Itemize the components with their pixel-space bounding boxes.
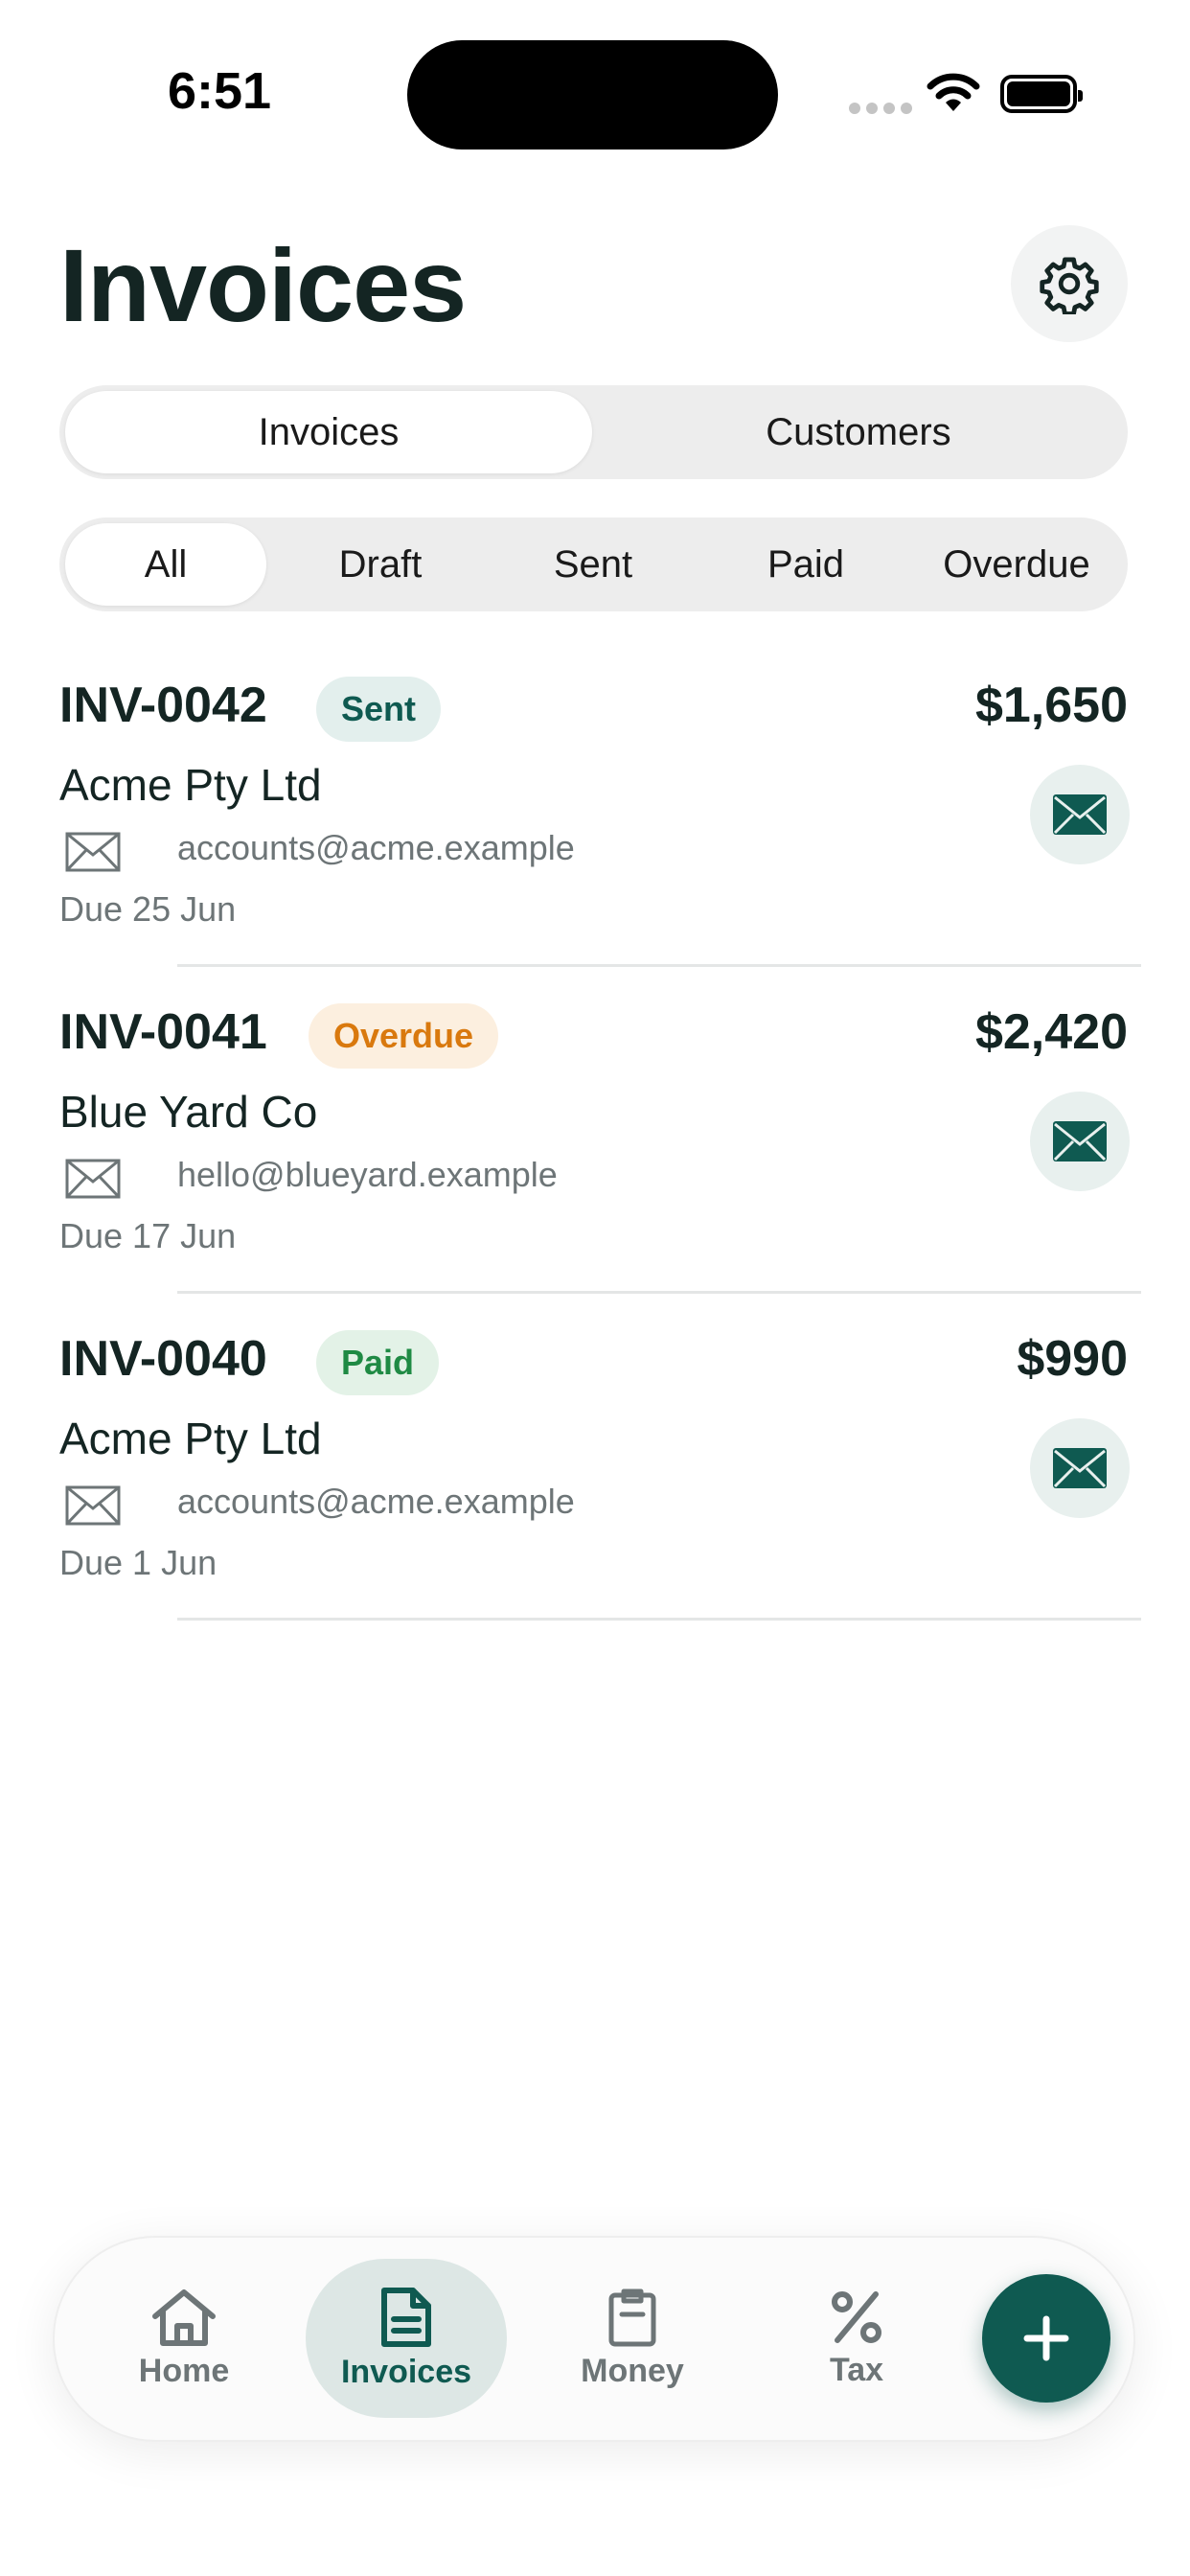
segment-invoices[interactable]: Invoices bbox=[65, 391, 592, 473]
due-date: Due 25 Jun bbox=[59, 889, 237, 929]
settings-button[interactable] bbox=[1011, 225, 1128, 342]
invoice-amount: $990 bbox=[1017, 1331, 1128, 1387]
dynamic-island bbox=[407, 40, 778, 150]
tab-label: Invoices bbox=[340, 2353, 472, 2390]
due-date: Due 1 Jun bbox=[59, 1543, 217, 1582]
row-divider bbox=[177, 1291, 1141, 1294]
wifi-icon bbox=[926, 73, 981, 118]
status-time: 6:51 bbox=[168, 62, 272, 120]
tab-invoices[interactable]: Invoices bbox=[306, 2259, 507, 2418]
bottom-tab-bar: Home Invoices Money Tax bbox=[53, 2236, 1135, 2442]
send-invoice-button[interactable] bbox=[1030, 765, 1130, 864]
tab-label: Home bbox=[138, 2352, 230, 2389]
filter-sent[interactable]: Sent bbox=[492, 523, 694, 606]
customer-email: hello@blueyard.example bbox=[177, 1155, 558, 1194]
send-invoice-button[interactable] bbox=[1030, 1418, 1130, 1518]
battery-icon bbox=[1000, 75, 1083, 113]
envelope-icon bbox=[65, 1485, 121, 1530]
customer-name: Acme Pty Ltd bbox=[59, 760, 322, 810]
customer-email: accounts@acme.example bbox=[177, 828, 575, 867]
envelope-icon bbox=[65, 1159, 121, 1204]
envelope-icon bbox=[1053, 1448, 1107, 1488]
envelope-icon bbox=[1053, 1121, 1107, 1162]
home-icon bbox=[152, 2288, 216, 2346]
invoice-row[interactable]: INV-0041 Overdue $2,420 Blue Yard Co hel… bbox=[0, 1003, 1190, 1329]
send-invoice-button[interactable] bbox=[1030, 1092, 1130, 1191]
customer-email: accounts@acme.example bbox=[177, 1482, 575, 1521]
filter-draft[interactable]: Draft bbox=[280, 523, 481, 606]
customer-name: Blue Yard Co bbox=[59, 1087, 318, 1137]
filter-paid[interactable]: Paid bbox=[705, 523, 906, 606]
clipboard-icon bbox=[608, 2288, 656, 2346]
tab-home[interactable]: Home bbox=[83, 2259, 285, 2418]
tab-tax[interactable]: Tax bbox=[756, 2259, 957, 2418]
segment-customers[interactable]: Customers bbox=[595, 391, 1122, 473]
invoice-row[interactable]: INV-0042 Sent $1,650 Acme Pty Ltd accoun… bbox=[0, 677, 1190, 1002]
invoice-number: INV-0042 bbox=[59, 678, 267, 733]
plus-icon bbox=[1023, 2315, 1069, 2361]
add-invoice-button[interactable] bbox=[982, 2274, 1110, 2403]
envelope-icon bbox=[1053, 794, 1107, 835]
invoice-number: INV-0041 bbox=[59, 1004, 267, 1060]
filter-all[interactable]: All bbox=[65, 523, 266, 606]
tab-label: Money bbox=[581, 2352, 684, 2389]
status-filter-bar: All Draft Sent Paid Overdue bbox=[59, 518, 1128, 611]
tab-money[interactable]: Money bbox=[532, 2259, 733, 2418]
row-divider bbox=[177, 1618, 1141, 1621]
status-badge: Sent bbox=[316, 677, 442, 742]
cellular-signal-icon bbox=[849, 103, 912, 114]
invoice-amount: $1,650 bbox=[974, 678, 1128, 733]
filter-overdue[interactable]: Overdue bbox=[912, 523, 1121, 606]
customer-name: Acme Pty Ltd bbox=[59, 1414, 322, 1463]
status-badge: Overdue bbox=[309, 1003, 499, 1069]
view-segmented-control: Invoices Customers bbox=[59, 385, 1128, 479]
invoice-number: INV-0040 bbox=[59, 1331, 267, 1387]
percent-icon bbox=[832, 2290, 881, 2343]
tab-label: Tax bbox=[829, 2351, 884, 2388]
page-title: Invoices bbox=[59, 227, 467, 343]
due-date: Due 17 Jun bbox=[59, 1216, 237, 1255]
envelope-icon bbox=[65, 832, 121, 877]
invoice-amount: $2,420 bbox=[974, 1004, 1128, 1060]
invoice-row[interactable]: INV-0040 Paid $990 Acme Pty Ltd accounts… bbox=[0, 1330, 1190, 1656]
gear-icon bbox=[1040, 257, 1099, 314]
status-badge: Paid bbox=[316, 1330, 440, 1395]
document-icon bbox=[381, 2287, 431, 2347]
row-divider bbox=[177, 964, 1141, 967]
